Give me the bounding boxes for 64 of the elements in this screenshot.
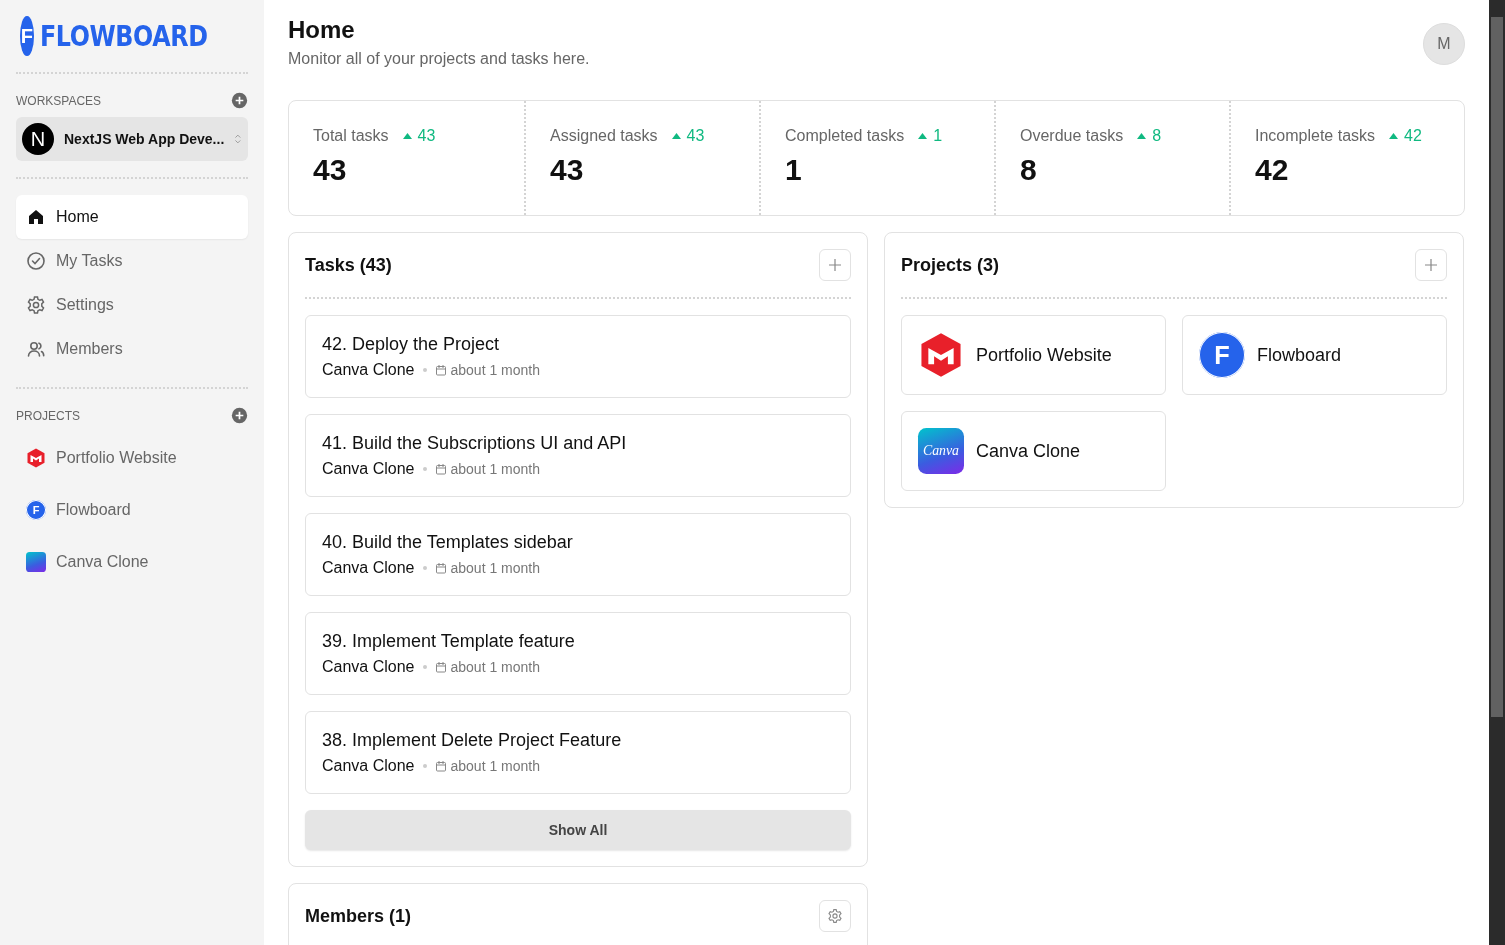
brand-name: FLOWBOARD [39,19,208,53]
stat-value: 43 [313,153,348,187]
card-title: Members (1) [305,905,412,927]
workspace-logo-icon: N [22,123,54,155]
canva-logo-icon: Canva [918,428,964,474]
due-date: about 1 month [450,560,540,576]
project-card[interactable]: Portfolio Website [901,315,1166,395]
task-title: 42. Deploy the Project [322,334,501,355]
workspace-switcher[interactable]: N NextJS Web App Deve... [16,117,248,161]
due-date: about 1 month [450,362,540,378]
page-title: Home [288,16,356,44]
show-all-button[interactable]: Show All [305,810,851,850]
stat-label: Total tasks [313,127,389,145]
stat-delta: 8 [1152,127,1162,145]
task-project: Canva Clone [322,460,415,478]
task-project: Canva Clone [322,757,415,775]
section-heading: PROJECTS [16,408,80,423]
project-card[interactable]: F Flowboard [1182,315,1447,395]
stat-delta: 43 [686,127,705,145]
task-title: 40. Build the Templates sidebar [322,532,574,553]
stat-label: Assigned tasks [550,127,658,145]
task-title: 39. Implement Template feature [322,631,576,652]
stat-delta: 1 [933,127,943,145]
project-item[interactable]: Portfolio Website [16,432,248,484]
stat-label: Incomplete tasks [1255,127,1376,145]
task-card[interactable]: 38. Implement Delete Project Feature Canva Clone about 1 month [305,711,851,794]
page-subtitle: Monitor all of your projects and tasks here. [288,50,590,68]
task-card[interactable]: 41. Build the Subscriptions UI and API Canva Clone about 1 month [305,414,851,497]
stat-value: 43 [550,153,585,187]
project-card[interactable]: Canva Canva Clone [901,411,1166,491]
flowboard-logo-icon: F [26,500,46,520]
stat-label: Overdue tasks [1020,127,1124,145]
nav-item[interactable]: My Tasks [16,239,248,283]
task-title: 38. Implement Delete Project Feature [322,730,623,751]
section-heading: WORKSPACES [16,93,102,108]
task-project: Canva Clone [322,361,415,379]
due-date: about 1 month [450,461,540,477]
stat-value: 42 [1255,153,1290,187]
due-date: about 1 month [450,758,540,774]
nav-item[interactable]: Members [16,327,248,371]
logo-icon: F [20,16,34,56]
task-card[interactable]: 40. Build the Templates sidebar Canva Clone about 1 month [305,513,851,596]
stat-value: 8 [1020,153,1038,187]
stat-delta: 43 [417,127,436,145]
task-card[interactable]: 39. Implement Template feature Canva Clone about 1 month [305,612,851,695]
task-project: Canva Clone [322,658,415,676]
project-name: Flowboard [1257,344,1342,366]
stat-label: Completed tasks [785,127,905,145]
project-item[interactable]: F Flowboard [16,484,248,536]
due-date: about 1 month [450,659,540,675]
task-project: Canva Clone [322,559,415,577]
nav-item[interactable]: Settings [16,283,248,327]
card-title: Projects (3) [901,254,1000,276]
avatar[interactable]: M [1423,23,1465,65]
nav-item[interactable]: Home [16,195,248,239]
stat-value: 1 [785,153,803,187]
card-title: Tasks (43) [305,254,392,276]
flowboard-logo-icon: F [1199,332,1245,378]
task-card[interactable]: 42. Deploy the Project Canva Clone about 1 month [305,315,851,398]
project-item[interactable]: Canva Clone [16,536,248,588]
task-title: 41. Build the Subscriptions UI and API [322,433,628,454]
project-name: Canva Clone [976,440,1081,462]
stat-delta: 42 [1404,127,1422,145]
project-name: Portfolio Website [976,344,1112,366]
